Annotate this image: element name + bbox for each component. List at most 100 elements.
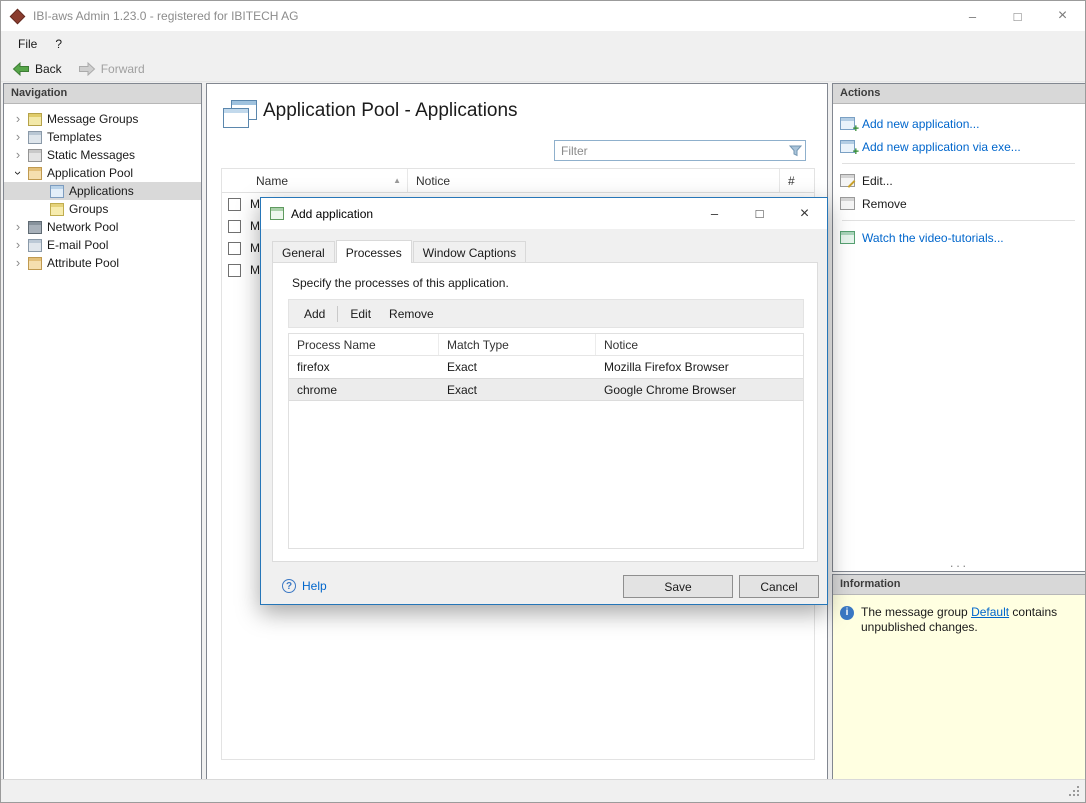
column-header-name[interactable]: Name ▲ [248, 169, 408, 192]
menu-file[interactable]: File [9, 33, 46, 55]
close-button[interactable]: × [1040, 1, 1085, 31]
tab-general[interactable]: General [272, 241, 335, 262]
row-checkbox[interactable] [228, 263, 241, 277]
tree-item-label: E-mail Pool [47, 238, 109, 252]
tree-item-label: Templates [47, 130, 102, 144]
dialog-title: Add application [291, 206, 374, 221]
chevron-right-icon[interactable] [10, 129, 26, 145]
sort-ascending-icon: ▲ [393, 176, 401, 185]
tree-item-label: Message Groups [47, 112, 139, 126]
separator [842, 163, 1075, 164]
row-name: M [250, 263, 260, 277]
chevron-right-icon[interactable] [10, 111, 26, 127]
column-header-count[interactable]: # [780, 169, 814, 192]
action-add-new-application-via-exe[interactable]: Add new application via exe... [840, 135, 1085, 158]
email-pool-icon [28, 238, 42, 252]
forward-button[interactable]: Forward [73, 59, 154, 79]
add-application-dialog: Add application – □ × General Processes … [260, 197, 828, 605]
process-row-firefox[interactable]: firefox Exact Mozilla Firefox Browser [289, 356, 803, 378]
process-name-cell: firefox [297, 360, 330, 374]
nav-toolbar: Back Forward [1, 56, 1085, 82]
remove-process-button[interactable]: Remove [380, 303, 443, 325]
actions-panel: Actions Add new application... Add new a… [832, 83, 1085, 572]
actions-list: Add new application... Add new applicati… [833, 104, 1085, 249]
dialog-close-button[interactable]: × [782, 198, 827, 229]
action-add-new-application[interactable]: Add new application... [840, 112, 1085, 135]
tree-item-groups[interactable]: Groups [4, 200, 201, 218]
tab-window-captions[interactable]: Window Captions [412, 241, 527, 262]
network-pool-icon [28, 220, 42, 234]
remove-icon [840, 197, 855, 210]
column-header-match-type[interactable]: Match Type [439, 334, 596, 355]
row-name: M [250, 197, 260, 211]
save-button[interactable]: Save [623, 575, 733, 598]
action-watch-video-tutorials[interactable]: Watch the video-tutorials... [840, 226, 1085, 249]
tree-item-message-groups[interactable]: Message Groups [4, 110, 201, 128]
title-bar: IBI-aws Admin 1.23.0 - registered for IB… [1, 1, 1085, 31]
processes-toolbar: Add Edit Remove [288, 299, 804, 328]
add-process-button[interactable]: Add [295, 303, 334, 325]
row-checkbox[interactable] [228, 197, 241, 211]
process-row-chrome[interactable]: chrome Exact Google Chrome Browser [289, 378, 803, 401]
tree-item-label: Static Messages [47, 148, 136, 162]
action-label: Add new application via exe... [862, 139, 1021, 154]
tree-item-label: Applications [69, 184, 134, 198]
column-header-process-name[interactable]: Process Name [289, 334, 439, 355]
tree-item-applications[interactable]: Applications [4, 182, 201, 200]
processes-table: Process Name Match Type Notice firefox E… [288, 333, 804, 549]
navigation-tree: Message Groups Templates Static Messages… [4, 104, 201, 272]
header-checkbox-column [222, 169, 248, 192]
dialog-maximize-button[interactable]: □ [737, 198, 782, 229]
filter-input[interactable] [555, 143, 785, 158]
add-application-dialog-icon [270, 207, 284, 220]
templates-icon [28, 130, 42, 144]
chevron-right-icon[interactable] [10, 255, 26, 271]
dialog-minimize-button[interactable]: – [692, 198, 737, 229]
window-title: IBI-aws Admin 1.23.0 - registered for IB… [33, 9, 299, 23]
chevron-right-icon[interactable] [10, 237, 26, 253]
tree-item-email-pool[interactable]: E-mail Pool [4, 236, 201, 254]
page-title: Application Pool - Applications [263, 100, 518, 121]
information-panel: Information i The message group Default … [832, 574, 1085, 781]
maximize-button[interactable]: □ [995, 1, 1040, 31]
chevron-right-icon[interactable] [10, 147, 26, 163]
tree-item-network-pool[interactable]: Network Pool [4, 218, 201, 236]
action-label: Remove [862, 196, 907, 211]
applications-icon [50, 184, 64, 198]
action-edit[interactable]: Edit... [840, 169, 1085, 192]
tree-item-label: Groups [69, 202, 109, 216]
column-header-notice[interactable]: Notice [408, 169, 780, 192]
tree-item-application-pool[interactable]: Application Pool [4, 164, 201, 182]
menu-help[interactable]: ? [46, 33, 71, 55]
column-label: Name [256, 173, 289, 188]
filter-box [554, 140, 806, 161]
splitter-handle[interactable]: ··· [950, 559, 969, 572]
help-link[interactable]: ? Help [282, 579, 327, 593]
notice-cell: Google Chrome Browser [604, 382, 737, 397]
default-message-group-link[interactable]: Default [971, 605, 1009, 619]
tree-item-templates[interactable]: Templates [4, 128, 201, 146]
action-label: Add new application... [862, 116, 980, 131]
tree-item-label: Network Pool [47, 220, 119, 234]
back-label: Back [35, 61, 62, 76]
tree-item-attribute-pool[interactable]: Attribute Pool [4, 254, 201, 272]
chevron-right-icon[interactable] [10, 219, 26, 235]
tree-item-static-messages[interactable]: Static Messages [4, 146, 201, 164]
column-header-notice[interactable]: Notice [596, 334, 803, 355]
edit-process-button[interactable]: Edit [341, 303, 380, 325]
row-checkbox[interactable] [228, 219, 241, 233]
actions-header: Actions [833, 84, 1085, 104]
information-body: i The message group Default contains unp… [833, 595, 1085, 635]
cancel-button[interactable]: Cancel [739, 575, 819, 598]
row-checkbox[interactable] [228, 241, 241, 255]
minimize-button[interactable]: – [950, 1, 995, 31]
resize-grip-icon[interactable] [1069, 786, 1081, 798]
separator [842, 220, 1075, 221]
filter-funnel-icon[interactable] [785, 145, 805, 157]
tab-processes[interactable]: Processes [335, 240, 412, 263]
help-icon: ? [282, 579, 296, 593]
back-button[interactable]: Back [7, 59, 71, 79]
action-remove[interactable]: Remove [840, 192, 1085, 215]
chevron-down-icon[interactable] [10, 165, 26, 181]
forward-arrow-icon [78, 61, 95, 76]
